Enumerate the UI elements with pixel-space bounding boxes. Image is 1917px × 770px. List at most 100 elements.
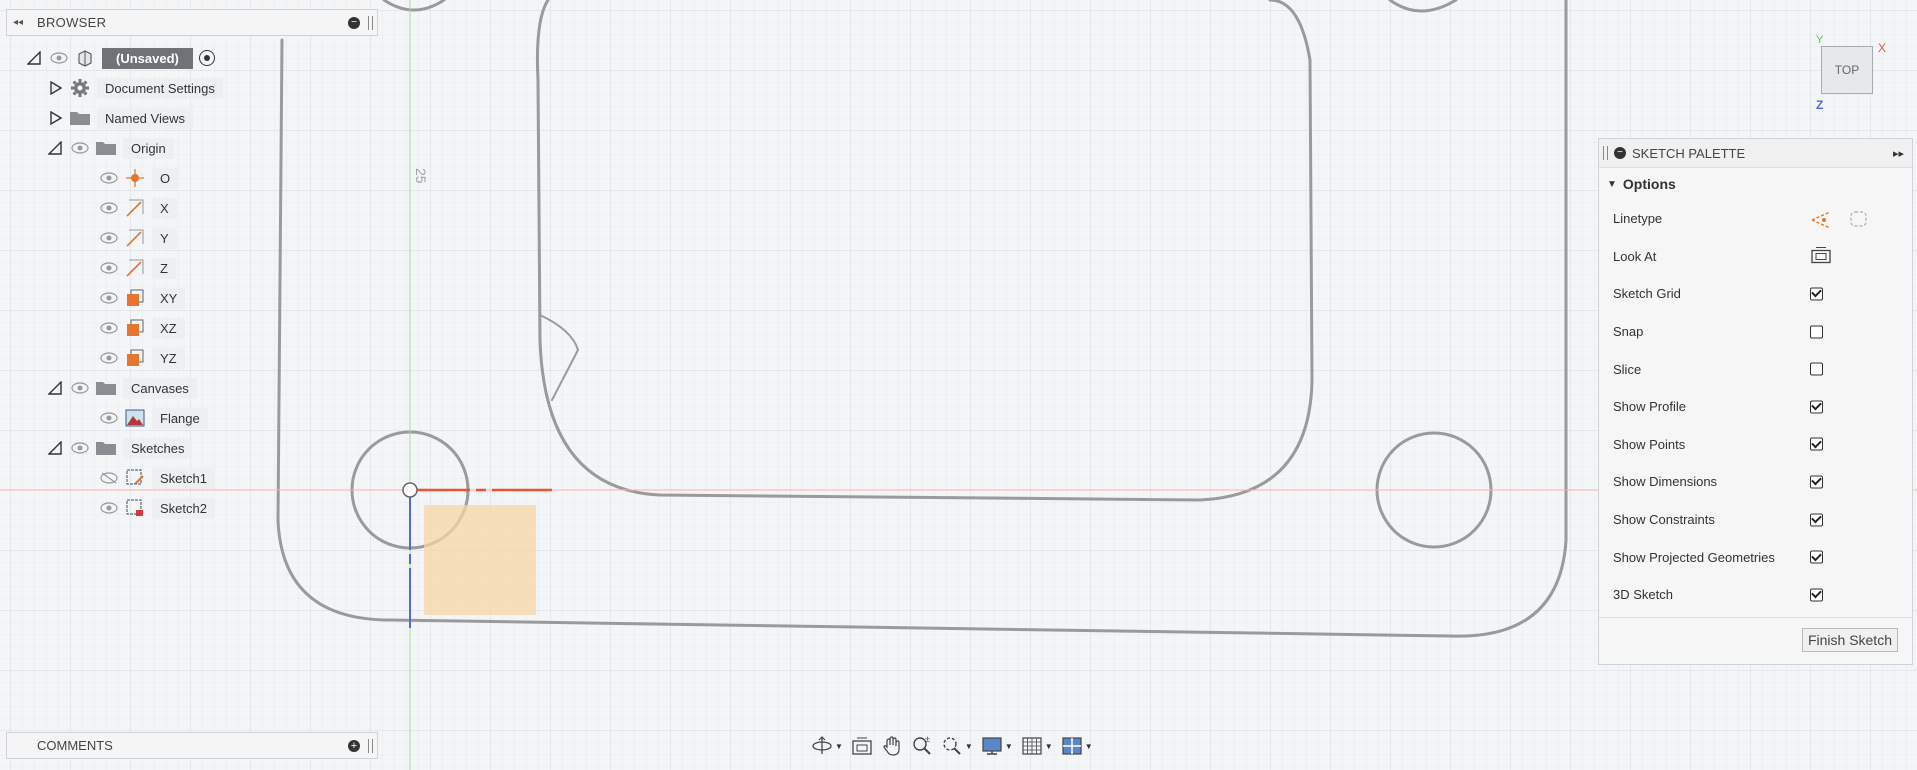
plane-icon	[124, 288, 146, 308]
visibility-eye-icon[interactable]	[98, 350, 120, 366]
finish-sketch-button[interactable]: Finish Sketch	[1801, 628, 1898, 652]
sketch-grid-checkbox[interactable]	[1810, 287, 1823, 301]
activate-radio-icon[interactable]	[198, 50, 215, 66]
look-at-button[interactable]	[1810, 245, 1832, 268]
view-cube[interactable]: Y TOP X Z	[1816, 34, 1886, 112]
tree-item-z-axis[interactable]: Z	[98, 255, 176, 281]
tree-item-label: XY	[152, 287, 186, 309]
zoom-button[interactable]: ±	[908, 733, 936, 759]
slice-checkbox[interactable]	[1810, 362, 1823, 376]
visibility-eye-icon[interactable]	[98, 230, 120, 246]
palette-row-look-at: Look At	[1599, 238, 1912, 276]
axis-icon	[124, 198, 146, 218]
show-constraints-checkbox[interactable]	[1810, 513, 1823, 527]
chevron-down-icon[interactable]: ▼	[1045, 742, 1053, 751]
view-cube-y-label: Y	[1816, 34, 1824, 46]
view-cube-z-label: Z	[1816, 98, 1824, 112]
visibility-eye-icon[interactable]	[69, 440, 91, 456]
expanded-triangle-icon[interactable]	[47, 380, 63, 396]
visibility-eye-icon[interactable]	[69, 380, 91, 396]
show-projected-geometries-checkbox[interactable]	[1810, 550, 1823, 564]
tree-item-x-axis[interactable]: X	[98, 195, 177, 221]
visibility-eye-icon[interactable]	[98, 200, 120, 216]
3d-sketch-checkbox[interactable]	[1810, 588, 1823, 602]
chevron-down-icon[interactable]: ▼	[1005, 742, 1013, 751]
tree-item-sketch2[interactable]: Sketch2	[98, 495, 215, 521]
folder-icon	[95, 138, 117, 158]
expanded-triangle-icon[interactable]	[26, 50, 42, 66]
tree-item-flange[interactable]: Flange	[98, 405, 208, 431]
collapse-panel-icon[interactable]: ◂◂	[7, 17, 29, 28]
view-cube-top-face[interactable]: TOP	[1821, 46, 1873, 94]
snap-checkbox[interactable]	[1810, 325, 1823, 339]
tree-item-xy-plane[interactable]: XY	[98, 285, 186, 311]
expand-palette-icon[interactable]: ▸▸	[1893, 147, 1904, 160]
visibility-eye-icon[interactable]	[98, 290, 120, 306]
tree-item-yz-plane[interactable]: YZ	[98, 345, 185, 371]
chevron-down-icon[interactable]: ▼	[965, 742, 973, 751]
viewports-button[interactable]: ▼	[1058, 733, 1096, 759]
tree-item-sketch1[interactable]: Sketch1	[98, 465, 215, 491]
tree-item-origin-point[interactable]: O	[98, 165, 179, 191]
tree-item-named-views[interactable]: Named Views	[47, 105, 193, 131]
centerline-icon[interactable]	[1848, 208, 1870, 230]
tree-item-sketches[interactable]: Sketches	[47, 435, 193, 461]
browser-header[interactable]: ◂◂ BROWSER −	[6, 9, 378, 36]
visibility-eye-icon[interactable]	[98, 410, 120, 426]
palette-row-3d-sketch: 3D Sketch	[1599, 576, 1912, 614]
row-label: Slice	[1613, 361, 1642, 377]
look-at-button[interactable]	[848, 733, 876, 759]
palette-row-show-dimensions: Show Dimensions	[1599, 463, 1912, 501]
panel-grip-icon[interactable]	[368, 15, 373, 30]
collapsed-triangle-icon[interactable]	[47, 80, 63, 96]
grid-settings-button[interactable]: ▼	[1018, 733, 1056, 759]
tree-item-label: Named Views	[97, 107, 193, 129]
chevron-down-icon[interactable]: ▼	[835, 742, 843, 751]
sketch-palette: − SKETCH PALETTE ▸▸ ▼ Options Linetype L…	[1598, 138, 1913, 665]
expanded-triangle-icon[interactable]	[47, 140, 63, 156]
caret-down-icon[interactable]: ▼	[1607, 179, 1617, 190]
hidden-eye-icon[interactable]	[98, 470, 120, 486]
add-comment-icon[interactable]: +	[348, 739, 360, 752]
show-profile-checkbox[interactable]	[1810, 400, 1823, 414]
visibility-eye-icon[interactable]	[98, 260, 120, 276]
tree-item-y-axis[interactable]: Y	[98, 225, 177, 251]
fit-button[interactable]: ▼	[938, 733, 976, 759]
minimize-browser-icon[interactable]: −	[348, 16, 360, 29]
row-label: Sketch Grid	[1613, 286, 1681, 302]
visibility-eye-icon[interactable]	[98, 500, 120, 516]
collapsed-triangle-icon[interactable]	[47, 110, 63, 126]
visibility-eye-icon[interactable]	[48, 50, 70, 66]
options-section-header[interactable]: ▼ Options	[1599, 168, 1912, 200]
expanded-triangle-icon[interactable]	[47, 440, 63, 456]
panel-grip-icon[interactable]	[368, 738, 373, 753]
linetype-controls	[1810, 208, 1870, 230]
visibility-eye-icon[interactable]	[69, 140, 91, 156]
show-points-checkbox[interactable]	[1810, 437, 1823, 451]
pan-button[interactable]	[878, 733, 906, 759]
panel-grip-icon[interactable]	[1603, 146, 1608, 160]
comments-title: COMMENTS	[37, 738, 113, 753]
tree-item-canvases[interactable]: Canvases	[47, 375, 197, 401]
tree-item-origin[interactable]: Origin	[47, 135, 174, 161]
minimize-palette-icon[interactable]: −	[1614, 147, 1626, 159]
root-label[interactable]: (Unsaved)	[102, 47, 193, 69]
visibility-eye-icon[interactable]	[98, 170, 120, 186]
chevron-down-icon[interactable]: ▼	[1085, 742, 1093, 751]
look-at-icon	[852, 737, 872, 755]
visibility-eye-icon[interactable]	[98, 320, 120, 336]
palette-header[interactable]: − SKETCH PALETTE ▸▸	[1599, 139, 1912, 168]
display-settings-button[interactable]: ▼	[978, 733, 1016, 759]
tree-root[interactable]: (Unsaved)	[26, 45, 215, 71]
row-label: Show Profile	[1613, 399, 1686, 415]
plane-icon	[124, 348, 146, 368]
tree-item-label: XZ	[152, 317, 185, 339]
tree-item-document-settings[interactable]: Document Settings	[47, 75, 223, 101]
options-section-title: Options	[1622, 176, 1676, 192]
zoom-icon: ±	[913, 735, 931, 755]
construction-line-icon[interactable]	[1810, 208, 1834, 230]
show-dimensions-checkbox[interactable]	[1810, 475, 1823, 489]
comments-bar[interactable]: COMMENTS +	[6, 732, 378, 759]
orbit-button[interactable]: ▼	[808, 733, 846, 759]
tree-item-xz-plane[interactable]: XZ	[98, 315, 185, 341]
